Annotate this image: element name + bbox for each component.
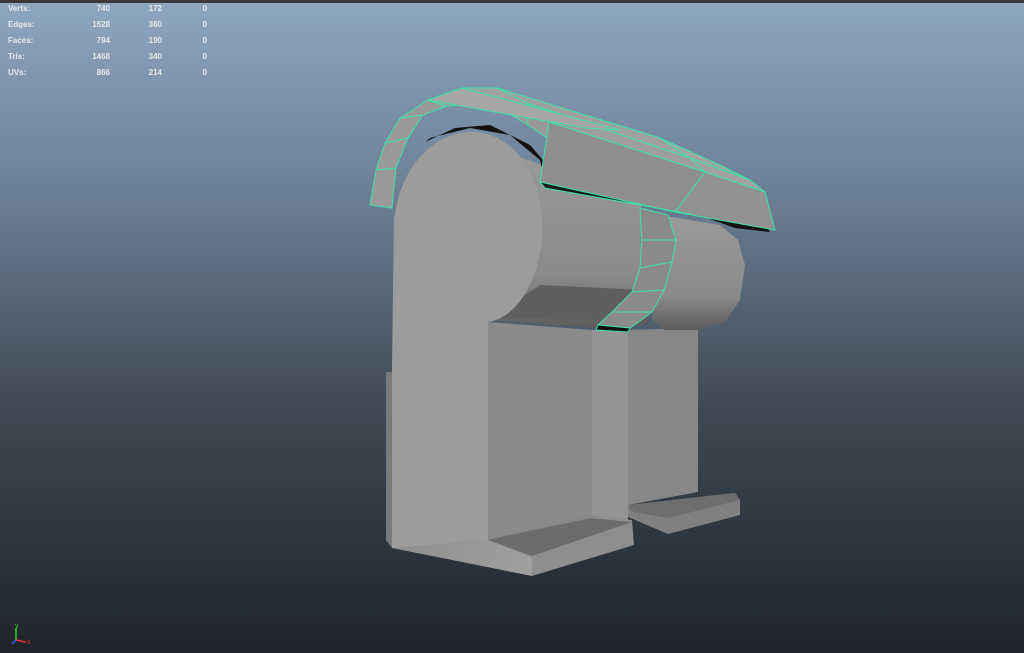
back-leg (628, 328, 698, 505)
3d-viewport[interactable]: Verts: 740 172 0 Edges: 1528 360 0 Faces… (0, 0, 1024, 653)
end-cap-edge (386, 372, 392, 548)
mesh-model[interactable] (0, 0, 1024, 653)
axis-y-label: y (15, 623, 19, 630)
middle-wall (592, 330, 628, 520)
axis-gizmo: y x (11, 623, 31, 646)
axis-x-label: x (27, 639, 31, 646)
front-leg (488, 322, 592, 540)
